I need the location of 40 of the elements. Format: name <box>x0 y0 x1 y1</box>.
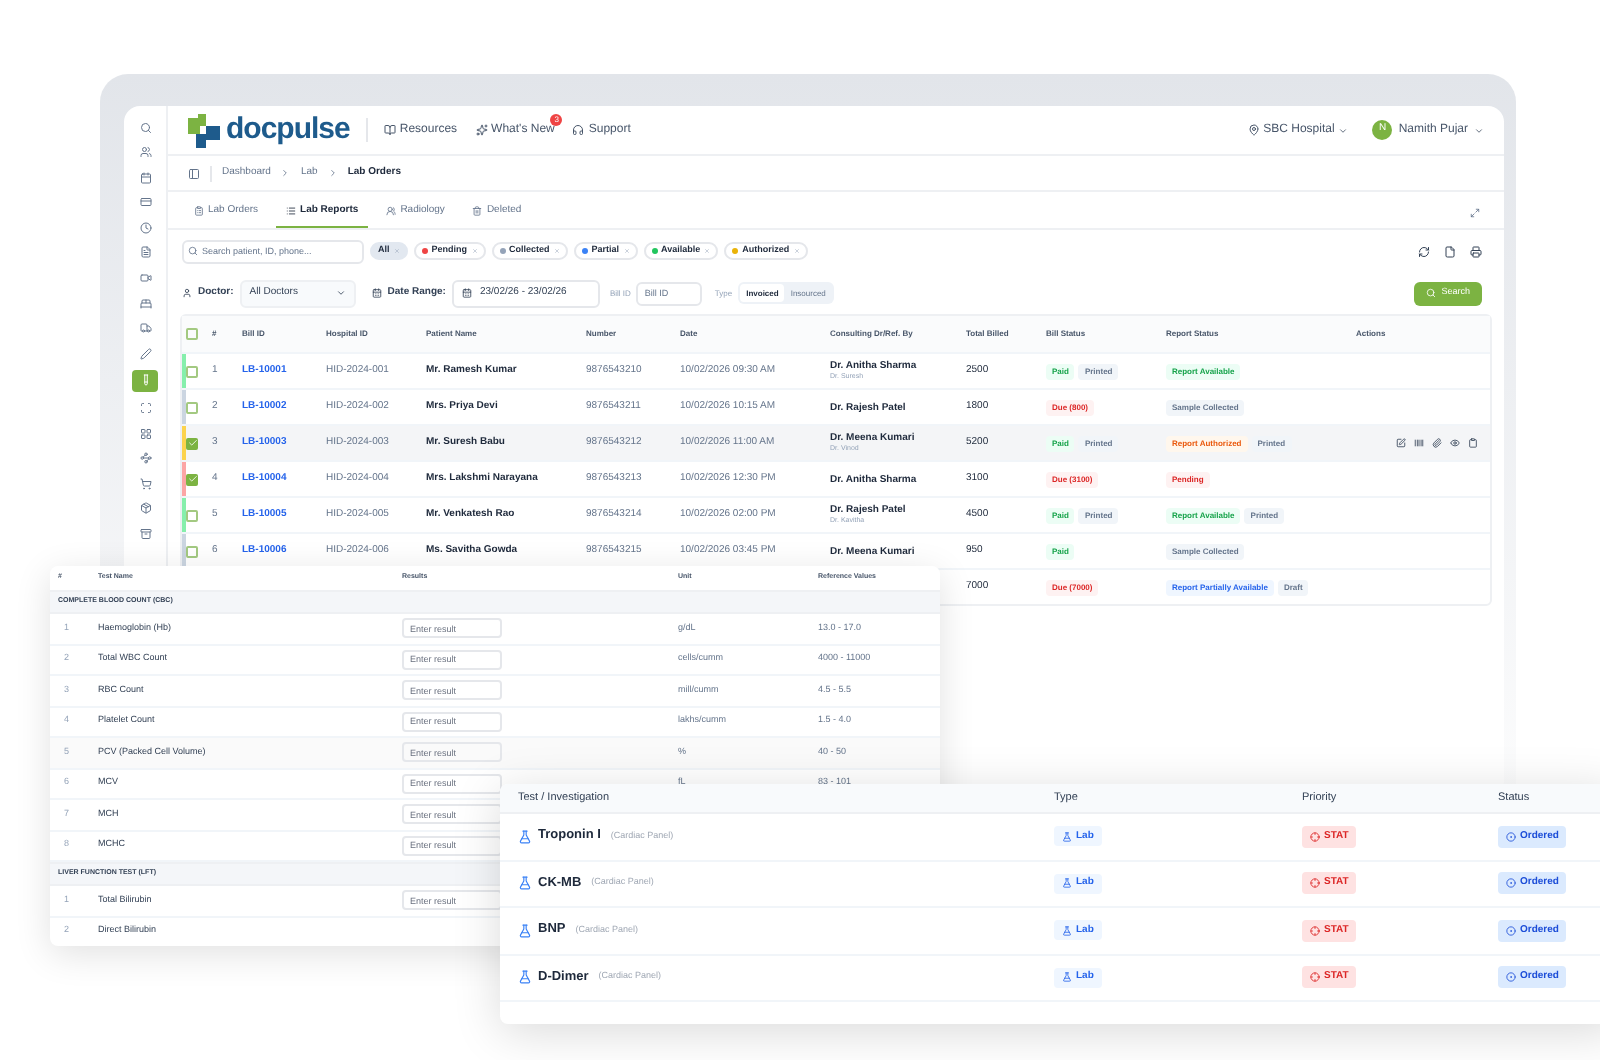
search-icon <box>188 246 198 256</box>
search-icon <box>1425 288 1436 298</box>
list-icon <box>286 206 297 216</box>
expand-icon <box>1470 208 1480 218</box>
print-icon[interactable] <box>1470 245 1482 257</box>
calendar-icon <box>371 288 382 298</box>
file-icon[interactable] <box>1444 245 1456 257</box>
logo-icon <box>188 113 220 147</box>
flask-icon <box>518 970 532 985</box>
book-icon <box>383 124 396 136</box>
edit-icon[interactable] <box>1396 438 1406 448</box>
clipboard-icon[interactable] <box>1468 438 1478 448</box>
sparkles-icon <box>475 124 488 136</box>
checkbox[interactable] <box>186 545 198 557</box>
chevron-icon <box>280 168 291 178</box>
logo-text: docpulse <box>226 109 350 150</box>
barcode-icon[interactable] <box>1414 438 1424 448</box>
trash-icon <box>472 206 483 216</box>
chevron-icon <box>335 288 346 298</box>
refresh-icon[interactable] <box>1418 245 1430 257</box>
panel-icon <box>188 167 200 179</box>
checkbox[interactable] <box>186 328 198 340</box>
flask-icon <box>518 876 532 891</box>
eye-icon[interactable] <box>1450 438 1460 448</box>
checkbox[interactable] <box>186 365 198 377</box>
checkbox[interactable] <box>186 509 198 521</box>
pin-icon <box>1247 124 1260 136</box>
test-tube-icon[interactable] <box>132 369 158 392</box>
checkbox[interactable] <box>186 401 198 413</box>
paperclip-icon[interactable] <box>1432 438 1442 448</box>
flask-icon <box>518 829 532 844</box>
user-icon <box>182 288 192 298</box>
people-icon <box>386 206 397 216</box>
calendar-icon <box>461 288 472 298</box>
clipboard-icon <box>194 206 204 216</box>
chevron-icon <box>1338 125 1349 135</box>
flask-icon <box>518 923 532 938</box>
chevron-icon <box>1474 125 1484 135</box>
chevron-icon <box>327 168 338 178</box>
headphones-icon <box>572 124 585 136</box>
